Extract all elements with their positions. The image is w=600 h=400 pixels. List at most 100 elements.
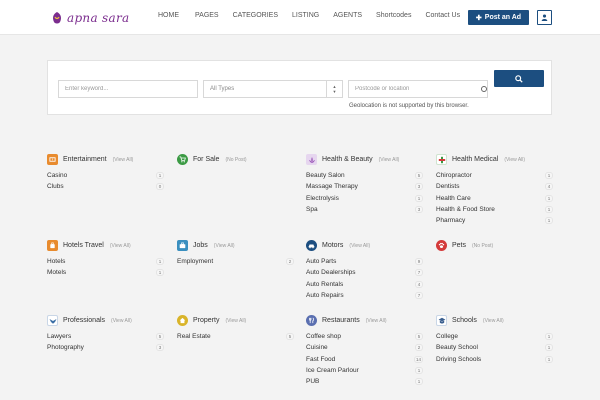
view-all-link[interactable]: (View All) [214,243,235,249]
subcategory-row[interactable]: Auto Rentals 4 [306,279,426,290]
subcategory-row[interactable]: Beauty Salon 5 [306,170,426,181]
view-all-link[interactable]: (View All) [379,157,400,163]
category-title[interactable]: Health & Beauty [322,156,373,163]
subcategory-name[interactable]: Health & Food Store [436,206,495,213]
category-title[interactable]: Health Medical [452,156,498,163]
location-input[interactable] [348,80,488,98]
category-title[interactable]: Jobs [193,242,208,249]
subcategory-row[interactable]: Auto Repairs 7 [306,290,426,301]
category-title[interactable]: Property [193,317,219,324]
keyword-input[interactable] [58,80,198,98]
subcategory-name[interactable]: Cuisine [306,344,328,351]
subcategory-name[interactable]: Beauty Salon [306,172,345,179]
subcategory-name[interactable]: Massage Therapy [306,183,358,190]
category-title[interactable]: For Sale [193,156,219,163]
subcategory-row[interactable]: Health & Food Store 1 [436,204,556,215]
subcategory-name[interactable]: Auto Rentals [306,281,343,288]
view-all-link[interactable]: (View All) [483,318,504,324]
view-all-link[interactable]: (View All) [110,243,131,249]
subcategory-row[interactable]: Chiropractor 1 [436,170,556,181]
view-all-link[interactable]: (View All) [366,318,387,324]
subcategory-list: Hotels 1 Motels 1 [47,256,167,279]
subcategory-name[interactable]: Health Care [436,195,471,202]
subcategory-row[interactable]: Massage Therapy 3 [306,181,426,192]
subcategory-name[interactable]: Casino [47,172,67,179]
paw-icon [436,240,447,251]
subcategory-name[interactable]: Electrolysis [306,195,339,202]
subcategory-name[interactable]: PUB [306,378,319,385]
subcategory-row[interactable]: Health Care 1 [436,193,556,204]
nav-item-categories[interactable]: CATEGORIES [233,12,278,19]
subcategory-name[interactable]: Real Estate [177,333,211,340]
count-badge: 3 [415,183,423,191]
subcategory-name[interactable]: Dentists [436,183,459,190]
post-ad-button[interactable]: ✚ Post an Ad [468,10,529,25]
view-all-link[interactable]: (View All) [111,318,132,324]
subcategory-name[interactable]: Driving Schools [436,356,481,363]
subcategory-row[interactable]: Driving Schools 1 [436,354,556,365]
category-title[interactable]: Hotels Travel [63,242,104,249]
subcategory-row[interactable]: Photography 3 [47,342,167,353]
category-title[interactable]: Professionals [63,317,105,324]
subcategory-name[interactable]: Employment [177,258,213,265]
subcategory-name[interactable]: College [436,333,458,340]
subcategory-name[interactable]: Fast Food [306,356,335,363]
view-all-link[interactable]: (View All) [349,243,370,249]
subcategory-name[interactable]: Coffee shop [306,333,341,340]
subcategory-name[interactable]: Spa [306,206,318,213]
nav-item-home[interactable]: HOME [158,12,179,19]
nav-item-pages[interactable]: PAGES [195,12,219,19]
subcategory-name[interactable]: Photography [47,344,84,351]
subcategory-name[interactable]: Chiropractor [436,172,472,179]
subcategory-row[interactable]: PUB 1 [306,376,426,387]
view-all-link[interactable]: (View All) [225,318,246,324]
subcategory-name[interactable]: Motels [47,269,66,276]
subcategory-name[interactable]: Lawyers [47,333,71,340]
search-button[interactable] [494,70,544,87]
subcategory-name[interactable]: Clubs [47,183,64,190]
subcategory-row[interactable]: Coffee shop 5 [306,331,426,342]
subcategory-row[interactable]: Cuisine 2 [306,342,426,353]
subcategory-name[interactable]: Hotels [47,258,65,265]
view-all-link[interactable]: (View All) [113,157,134,163]
subcategory-row[interactable]: Fast Food 14 [306,354,426,365]
site-logo[interactable]: apna sara [50,8,129,28]
user-account-button[interactable] [537,10,552,25]
category-title[interactable]: Motors [322,242,343,249]
subcategory-row[interactable]: Casino 1 [47,170,167,181]
category-title[interactable]: Restaurants [322,317,360,324]
category-title[interactable]: Schools [452,317,477,324]
count-badge: 1 [545,205,553,213]
subcategory-row[interactable]: Electrolysis 1 [306,193,426,204]
subcategory-row[interactable]: Motels 1 [47,267,167,278]
subcategory-name[interactable]: Beauty School [436,344,478,351]
subcategory-name[interactable]: Ice Cream Parlour [306,367,359,374]
subcategory-row[interactable]: Beauty School 1 [436,342,556,353]
category-title[interactable]: Entertainment [63,156,107,163]
category-title[interactable]: Pets [452,242,466,249]
view-all-link[interactable]: (View All) [504,157,525,163]
subcategory-row[interactable]: Employment 2 [177,256,297,267]
subcategory-row[interactable]: Ice Cream Parlour 1 [306,365,426,376]
type-select[interactable]: All Types ▲ ▼ [203,80,343,98]
subcategory-name[interactable]: Pharmacy [436,217,465,224]
nav-item-contact-us[interactable]: Contact Us [425,12,460,19]
nav-item-agents[interactable]: AGENTS [333,12,362,19]
nav-item-shortcodes[interactable]: Shortcodes [376,12,411,19]
subcategory-row[interactable]: Auto Dealerships 7 [306,267,426,278]
subcategory-name[interactable]: Auto Parts [306,258,336,265]
subcategory-name[interactable]: Auto Repairs [306,292,344,299]
subcategory-list: Beauty Salon 5 Massage Therapy 3 Electroly… [306,170,426,215]
geolocation-icon[interactable] [481,86,487,92]
subcategory-row[interactable]: Lawyers 5 [47,331,167,342]
nav-item-listing[interactable]: LISTING [292,12,319,19]
subcategory-row[interactable]: Hotels 1 [47,256,167,267]
subcategory-row[interactable]: Spa 3 [306,204,426,215]
subcategory-row[interactable]: College 1 [436,331,556,342]
subcategory-row[interactable]: Pharmacy 1 [436,215,556,226]
subcategory-row[interactable]: Clubs 0 [47,181,167,192]
subcategory-name[interactable]: Auto Dealerships [306,269,356,276]
subcategory-row[interactable]: Dentists 4 [436,181,556,192]
subcategory-row[interactable]: Real Estate 5 [177,331,297,342]
subcategory-row[interactable]: Auto Parts 9 [306,256,426,267]
